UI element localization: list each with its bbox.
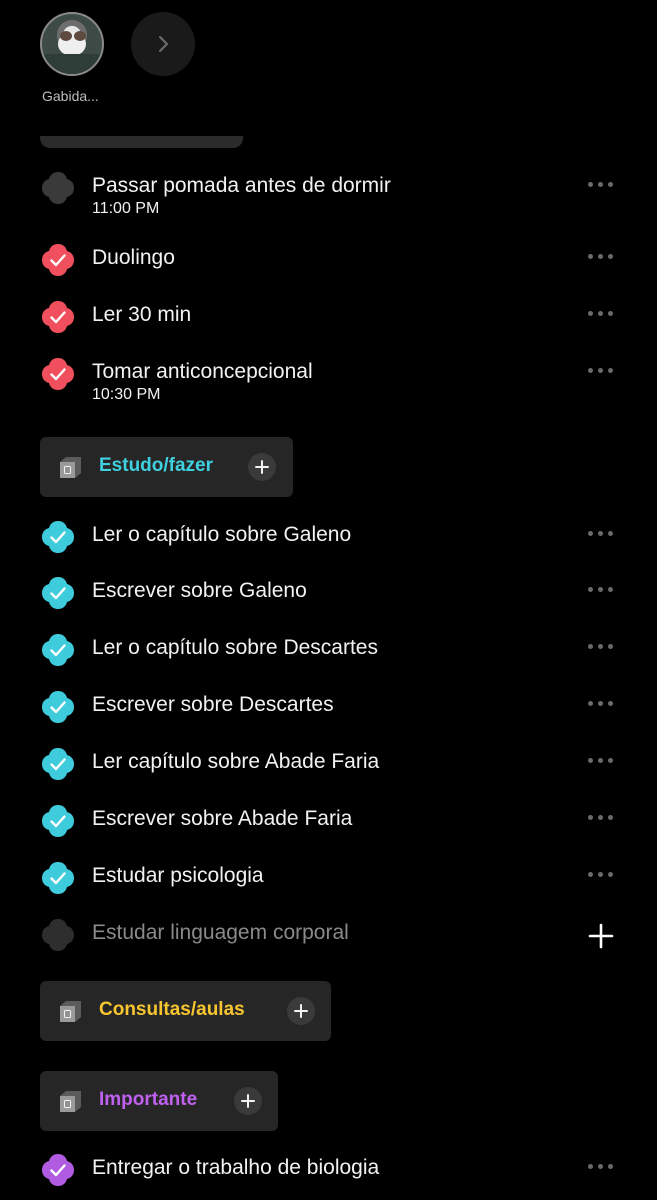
top-bar: Gabida... — [0, 0, 657, 148]
box-icon — [60, 457, 81, 478]
profile-name: Gabida... — [42, 88, 99, 104]
new-task-input[interactable]: Estudar linguagem corporal — [92, 921, 349, 945]
more-options-icon[interactable] — [588, 815, 614, 823]
new-task-row[interactable]: Estudar linguagem corporal — [0, 917, 657, 965]
task-row[interactable]: Ler o capítulo sobre Descartes — [0, 632, 657, 680]
more-options-icon[interactable] — [588, 182, 614, 190]
more-options-icon[interactable] — [588, 531, 614, 539]
task-title: Passar pomada antes de dormir — [92, 174, 391, 197]
task-checkbox[interactable] — [40, 170, 76, 206]
add-task-plus-icon[interactable] — [588, 923, 614, 949]
more-options-icon[interactable] — [588, 1164, 614, 1172]
task-checkbox[interactable] — [40, 356, 76, 392]
task-checkbox[interactable] — [40, 689, 76, 725]
plus-icon — [294, 1004, 308, 1018]
task-row[interactable]: Passar pomada antes de dormir 11:00 PM — [0, 170, 657, 218]
task-time: 10:30 PM — [92, 386, 161, 403]
task-row[interactable]: Duolingo — [0, 242, 657, 290]
task-title: Ler capítulo sobre Abade Faria — [92, 750, 380, 773]
section-title: Consultas/aulas — [99, 999, 245, 1020]
section-title: Importante — [99, 1089, 198, 1110]
task-checkbox[interactable] — [40, 746, 76, 782]
task-checkbox[interactable] — [40, 519, 76, 555]
task-title: Ler 30 min — [92, 303, 192, 326]
box-icon — [60, 1001, 81, 1022]
task-row[interactable]: Escrever sobre Abade Faria — [0, 803, 657, 851]
chevron-right-icon — [159, 36, 168, 52]
task-row[interactable]: Tomar anticoncepcional 10:30 PM — [0, 356, 657, 404]
task-checkbox[interactable] — [40, 860, 76, 896]
more-options-icon[interactable] — [588, 254, 614, 262]
task-title: Escrever sobre Abade Faria — [92, 807, 353, 830]
task-time: 11:00 PM — [92, 200, 160, 217]
task-title: Entregar o trabalho de biologia — [92, 1156, 380, 1179]
section-header-consultas[interactable]: Consultas/aulas — [40, 981, 331, 1041]
more-options-icon[interactable] — [588, 644, 614, 652]
task-title: Ler o capítulo sobre Galeno — [92, 523, 352, 546]
task-title: Duolingo — [92, 246, 175, 269]
task-title: Escrever sobre Galeno — [92, 579, 307, 602]
task-title: Ler o capítulo sobre Descartes — [92, 636, 378, 659]
task-row[interactable]: Ler capítulo sobre Abade Faria — [0, 746, 657, 794]
task-row[interactable]: Ler 30 min — [0, 299, 657, 347]
add-task-button[interactable] — [248, 453, 276, 481]
profile-avatar[interactable] — [40, 12, 104, 76]
section-title: Estudo/fazer — [99, 455, 214, 476]
task-checkbox[interactable] — [40, 803, 76, 839]
task-title: Tomar anticoncepcional — [92, 360, 313, 383]
more-options-icon[interactable] — [588, 311, 614, 319]
task-row[interactable]: Ler o capítulo sobre Galeno — [0, 519, 657, 567]
collapsed-section-edge — [40, 136, 243, 148]
task-row[interactable]: Escrever sobre Descartes — [0, 689, 657, 737]
more-options-icon[interactable] — [588, 872, 614, 880]
more-options-icon[interactable] — [588, 368, 614, 376]
task-checkbox[interactable] — [40, 575, 76, 611]
add-task-button[interactable] — [234, 1087, 262, 1115]
add-task-button[interactable] — [287, 997, 315, 1025]
section-header-estudo[interactable]: Estudo/fazer — [40, 437, 293, 497]
box-icon — [60, 1091, 81, 1112]
plus-icon — [241, 1094, 255, 1108]
task-row[interactable]: Estudar psicologia — [0, 860, 657, 908]
more-options-icon[interactable] — [588, 701, 614, 709]
task-row[interactable]: Escrever sobre Galeno — [0, 575, 657, 623]
plus-icon — [255, 460, 269, 474]
task-title: Estudar psicologia — [92, 864, 264, 887]
task-checkbox[interactable] — [40, 242, 76, 278]
task-checkbox — [40, 917, 76, 953]
task-checkbox[interactable] — [40, 632, 76, 668]
task-title: Escrever sobre Descartes — [92, 693, 334, 716]
next-button[interactable] — [131, 12, 195, 76]
section-header-importante[interactable]: Importante — [40, 1071, 278, 1131]
task-checkbox[interactable] — [40, 1152, 76, 1188]
more-options-icon[interactable] — [588, 587, 614, 595]
task-row[interactable]: Entregar o trabalho de biologia — [0, 1152, 657, 1200]
more-options-icon[interactable] — [588, 758, 614, 766]
task-checkbox[interactable] — [40, 299, 76, 335]
